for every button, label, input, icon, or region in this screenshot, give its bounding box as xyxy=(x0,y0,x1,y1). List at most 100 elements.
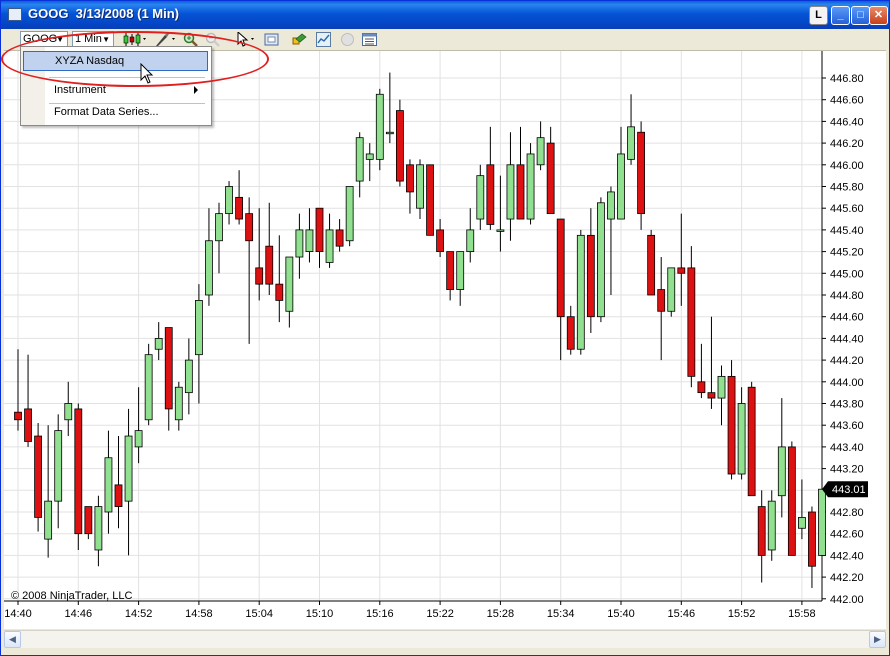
y-tick-label: 443.60 xyxy=(830,420,864,432)
candle-body xyxy=(205,240,213,296)
candle-body xyxy=(375,93,384,160)
scroll-left-arrow-icon[interactable]: ◀ xyxy=(4,631,21,648)
x-tick-label: 15:04 xyxy=(245,608,273,620)
indicators-icon[interactable] xyxy=(292,32,307,47)
candle-body xyxy=(144,354,153,421)
x-tick-label: 15:16 xyxy=(366,608,394,620)
candle-body xyxy=(325,229,334,263)
candle-body xyxy=(446,251,455,290)
strategies-icon[interactable] xyxy=(316,32,331,47)
minimize-button[interactable]: _ xyxy=(831,6,850,25)
candle-body xyxy=(235,196,244,220)
close-button[interactable]: ✕ xyxy=(869,6,888,25)
properties-icon[interactable] xyxy=(264,32,279,47)
y-tick-label: 443.40 xyxy=(830,442,864,454)
candle-body xyxy=(406,164,414,193)
candle-body xyxy=(727,375,736,475)
candle-body xyxy=(194,300,203,356)
candle-body xyxy=(737,403,746,475)
candle-body xyxy=(647,234,656,296)
y-tick-label: 442.00 xyxy=(830,594,864,606)
candle-body xyxy=(627,126,635,160)
candle-body xyxy=(164,327,173,410)
candle-body xyxy=(637,131,645,215)
candle-body xyxy=(134,430,143,448)
scroll-right-arrow-icon[interactable]: ▶ xyxy=(869,631,886,648)
candle-body xyxy=(114,484,123,507)
price-chart[interactable]: 446.80 446.60 446.40 446.20 446.00 445.80 445.… xyxy=(4,51,886,629)
y-tick-label: 446.80 xyxy=(830,73,864,85)
x-tick-label: 14:58 xyxy=(185,608,213,620)
candle-body xyxy=(697,381,706,394)
candle-body xyxy=(245,213,254,242)
candle-body xyxy=(597,202,605,318)
candle-body xyxy=(124,435,133,502)
candle-body xyxy=(677,267,686,274)
candle-body xyxy=(767,500,776,551)
y-tick-label: 444.20 xyxy=(830,355,864,367)
candle-body xyxy=(345,186,354,242)
y-tick-label: 446.00 xyxy=(830,160,864,172)
y-tick-label: 445.00 xyxy=(830,268,864,280)
annotation-ellipse xyxy=(1,31,269,87)
y-tick-label: 442.20 xyxy=(830,572,864,584)
y-tick-label: 444.60 xyxy=(830,312,864,324)
candle-body xyxy=(34,435,43,518)
candle-body xyxy=(707,392,716,399)
horizontal-scrollbar[interactable]: ◀ ▶ xyxy=(4,630,886,648)
candle-body xyxy=(516,164,525,220)
y-tick-label: 445.60 xyxy=(830,203,864,215)
candle-body xyxy=(395,110,404,182)
candle-body xyxy=(496,229,505,232)
candle-body xyxy=(416,164,424,209)
candle-body xyxy=(747,386,756,497)
link-button[interactable]: L xyxy=(809,6,828,25)
candle-body xyxy=(335,229,344,247)
candle-body xyxy=(94,506,103,551)
candle-body xyxy=(285,256,294,312)
candlestick-chart[interactable]: 446.80 446.60 446.40 446.20 446.00 445.80 445.… xyxy=(4,51,886,629)
candle-body xyxy=(546,142,555,215)
maximize-button[interactable]: □ xyxy=(851,6,870,25)
candle-body xyxy=(305,229,314,252)
candle-body xyxy=(225,186,233,215)
y-tick-label: 446.40 xyxy=(830,116,864,128)
last-price-label: 443.01 xyxy=(832,484,866,496)
x-tick-label: 15:40 xyxy=(607,608,635,620)
candle-body xyxy=(657,289,666,312)
menu-item-format-data-series[interactable]: Format Data Series... xyxy=(23,102,208,122)
y-tick-label: 445.80 xyxy=(830,182,864,194)
candle-body xyxy=(536,137,545,166)
candle-body xyxy=(265,245,274,285)
candle-body xyxy=(466,229,475,252)
candle-body xyxy=(476,175,485,220)
copyright-label: © 2008 NinjaTrader, LLC xyxy=(11,590,133,602)
y-tick-label: 444.80 xyxy=(830,290,864,302)
candle-body xyxy=(586,234,595,318)
candle-body xyxy=(14,411,22,421)
candle-body xyxy=(526,153,535,220)
y-tick-label: 444.00 xyxy=(830,377,864,389)
disabled-circle-icon[interactable] xyxy=(340,32,355,47)
candle-body xyxy=(667,267,676,312)
mouse-cursor-icon xyxy=(140,63,154,84)
candle-body xyxy=(355,137,364,182)
candle-body xyxy=(456,251,465,290)
x-tick-label: 15:52 xyxy=(728,608,756,620)
candle-body xyxy=(24,408,32,442)
candle-body xyxy=(275,283,284,301)
title-bar[interactable]: GOOG 3/13/2008 (1 Min) L _ □ ✕ xyxy=(1,1,889,29)
candle-body xyxy=(255,267,264,285)
x-tick-label: 14:40 xyxy=(4,608,32,620)
data-box-icon[interactable] xyxy=(362,32,377,47)
candle-body xyxy=(757,506,766,556)
candle-body xyxy=(215,213,223,242)
candle-body xyxy=(44,500,53,540)
y-tick-label: 445.20 xyxy=(830,247,864,259)
chart-app-icon xyxy=(8,8,22,21)
y-tick-label: 446.20 xyxy=(830,138,864,150)
candle-body xyxy=(687,267,696,377)
candle-body xyxy=(607,191,615,220)
candle-body xyxy=(576,234,585,350)
candle-body xyxy=(184,359,193,394)
